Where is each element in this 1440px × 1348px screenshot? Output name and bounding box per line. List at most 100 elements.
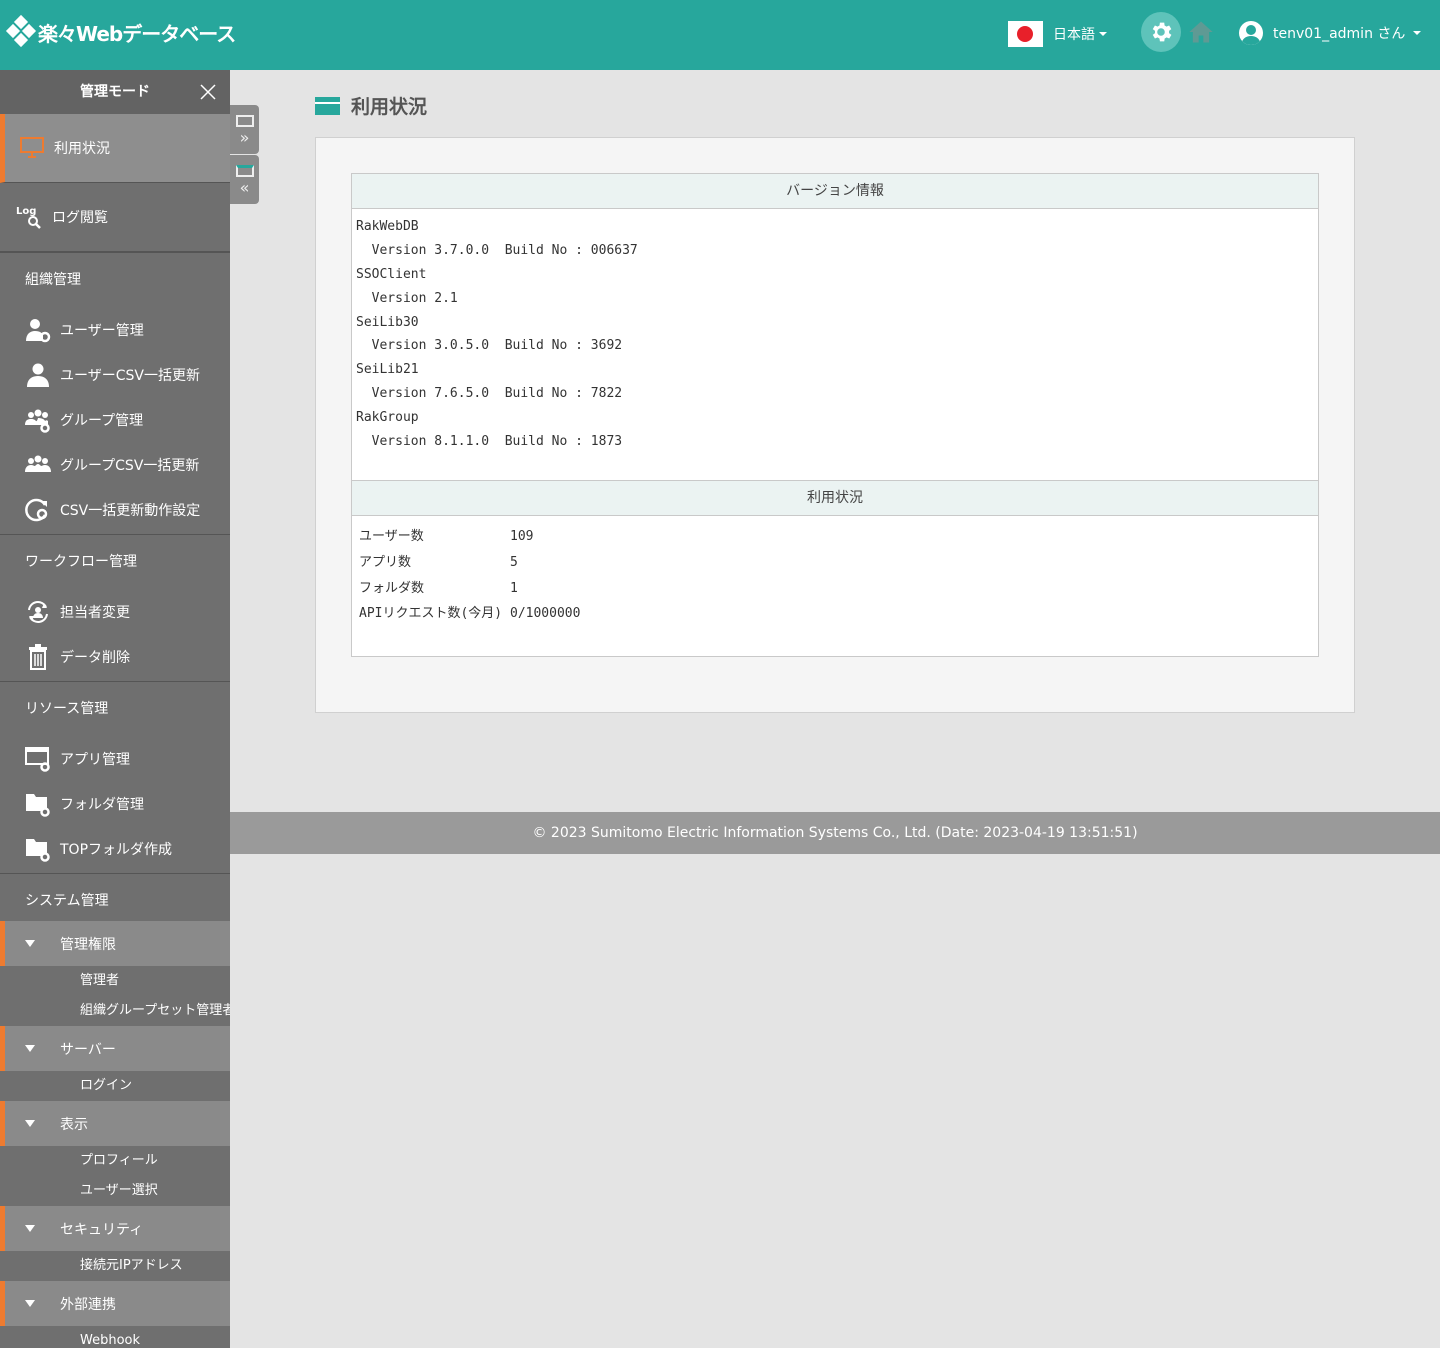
app-gear-icon: [25, 746, 51, 772]
version-line: Version 3.0.5.0 Build No : 3692: [356, 338, 623, 354]
version-line: SeiLib21: [356, 362, 419, 378]
version-line: SSOClient: [356, 266, 427, 282]
settings-button[interactable]: [1141, 12, 1181, 52]
group-label: 管理権限: [60, 936, 116, 953]
app-logo[interactable]: 楽々Webデータベース: [5, 14, 236, 50]
panel-icon: [235, 164, 254, 177]
version-line: RakWebDB: [356, 219, 419, 234]
language-selector[interactable]: 日本語: [1008, 21, 1107, 47]
page-title-text: 利用状況: [351, 96, 428, 118]
sidebar-item-delete-data[interactable]: データ削除: [0, 634, 230, 679]
usage-key: APIリクエスト数(今月): [359, 606, 503, 622]
sidebar-sub-profile[interactable]: プロフィール: [0, 1146, 230, 1176]
sidebar-item-label: TOPフォルダ作成: [60, 841, 173, 858]
group-security[interactable]: セキュリティ: [0, 1206, 230, 1251]
sidebar-item-label: グループCSV一括更新: [60, 457, 200, 474]
sidebar-item-group-csv[interactable]: グループCSV一括更新: [0, 442, 230, 487]
sidebar-item-log[interactable]: Log ログ閲覧: [0, 183, 230, 252]
usage-row: ユーザー数 109: [359, 524, 1318, 550]
group-label: 外部連携: [60, 1296, 116, 1313]
sidebar-item-folder-management[interactable]: フォルダ管理: [0, 781, 230, 826]
language-label: 日本語: [1053, 27, 1095, 43]
section-resource: リソース管理: [0, 681, 230, 736]
group-server[interactable]: サーバー: [0, 1026, 230, 1071]
sidebar-item-label: ログ閲覧: [52, 210, 108, 226]
caret-down-icon: [1099, 32, 1107, 36]
close-icon[interactable]: [200, 84, 216, 100]
home-icon: [1189, 21, 1213, 43]
usage-row: APIリクエスト数(今月) 0/1000000: [359, 601, 1318, 627]
logo-mark-icon: [5, 14, 37, 48]
sidebar-sub-org-group-admins[interactable]: 組織グループセット管理者: [0, 996, 230, 1026]
sidebar-item-usage[interactable]: 利用状況: [0, 114, 230, 183]
collapse-panel-toggle[interactable]: «: [230, 155, 259, 204]
folder-gear-icon: [25, 791, 51, 817]
sidebar-item-user-csv[interactable]: ユーザーCSV一括更新: [0, 352, 230, 397]
triangle-down-icon: [25, 1225, 35, 1232]
sidebar-item-label: アプリ管理: [60, 751, 130, 768]
chevron-double-left-icon: «: [239, 177, 250, 197]
sidebar-sub-webhook[interactable]: Webhook: [0, 1326, 230, 1348]
sidebar-sub-ip-address[interactable]: 接続元IPアドレス: [0, 1251, 230, 1281]
sidebar-item-top-folder[interactable]: TOPフォルダ作成: [0, 826, 230, 871]
group-external[interactable]: 外部連携: [0, 1281, 230, 1326]
group-admin-rights[interactable]: 管理権限: [0, 921, 230, 966]
version-info: RakWebDB Version 3.7.0.0 Build No : 0066…: [352, 209, 1318, 481]
version-header: バージョン情報: [352, 174, 1318, 209]
triangle-down-icon: [25, 1300, 35, 1307]
sidebar-item-label: 利用状況: [54, 141, 110, 157]
sidebar-sub-login[interactable]: ログイン: [0, 1071, 230, 1101]
sidebar-sub-admins[interactable]: 管理者: [0, 966, 230, 996]
section-system: システム管理: [0, 873, 230, 921]
japan-flag-icon: [1008, 21, 1043, 47]
group-gear-icon: [25, 407, 51, 433]
group-display[interactable]: 表示: [0, 1101, 230, 1146]
sidebar-title: 管理モード: [80, 84, 150, 100]
sidebar-sub-user-select[interactable]: ユーザー選択: [0, 1176, 230, 1206]
panel-icon: [235, 114, 254, 127]
usage-key: フォルダ数: [359, 580, 425, 596]
sidebar-header: 管理モード: [0, 70, 230, 114]
sidebar-item-user-management[interactable]: ユーザー管理: [0, 307, 230, 352]
sidebar-item-label: グループ管理: [60, 412, 144, 429]
usage-key: ユーザー数: [359, 529, 424, 544]
log-search-icon: Log: [16, 203, 44, 231]
content-panel: バージョン情報 RakWebDB Version 3.7.0.0 Build N…: [315, 137, 1355, 713]
monitor-icon: [18, 134, 46, 162]
triangle-down-icon: [25, 1045, 35, 1052]
window-icon: [315, 96, 340, 115]
usage-table: ユーザー数 109 アプリ数 5 フォルダ数 1 APIリクエスト数(今月) 0/100…: [352, 516, 1318, 627]
home-button[interactable]: [1187, 18, 1215, 46]
version-line: Version 8.1.1.0 Build No : 1873: [356, 434, 623, 450]
version-line: Version 2.1: [356, 290, 458, 306]
app-header: 楽々Webデータベース 日本語 tenv01_admin さん: [0, 0, 1440, 70]
usage-header: 利用状況: [352, 481, 1318, 516]
info-box: バージョン情報 RakWebDB Version 3.7.0.0 Build N…: [351, 173, 1319, 657]
version-line: RakGroup: [356, 410, 419, 426]
assignee-change-icon: [25, 599, 51, 625]
usage-key: アプリ数: [359, 554, 412, 570]
sidebar-item-csv-settings[interactable]: CSV一括更新動作設定: [0, 487, 230, 532]
usage-row: アプリ数 5: [359, 550, 1318, 576]
expand-panel-toggle[interactable]: »: [230, 105, 259, 154]
triangle-down-icon: [25, 1120, 35, 1127]
sidebar-item-group-management[interactable]: グループ管理: [0, 397, 230, 442]
page-title: 利用状況: [315, 92, 427, 119]
version-line: SeiLib30: [356, 314, 419, 330]
group-label: 表示: [60, 1116, 88, 1133]
folder-gear-icon: [25, 836, 51, 862]
sidebar-item-app-management[interactable]: アプリ管理: [0, 736, 230, 781]
usage-row: フォルダ数 1: [359, 576, 1318, 602]
footer-copyright: © 2023 Sumitomo Electric Information Sys…: [230, 812, 1440, 854]
user-name: tenv01_admin さん: [1273, 26, 1406, 42]
svg-text:Log: Log: [16, 206, 36, 217]
sidebar-item-change-assignee[interactable]: 担当者変更: [0, 589, 230, 634]
user-avatar-icon: [1239, 21, 1263, 45]
version-line: Version 7.6.5.0 Build No : 7822: [356, 386, 623, 402]
section-org: 組織管理: [0, 252, 230, 307]
section-workflow: ワークフロー管理: [0, 534, 230, 589]
triangle-down-icon: [25, 940, 35, 947]
group-label: サーバー: [60, 1041, 116, 1058]
version-line: Version 3.7.0.0 Build No : 006637: [356, 242, 638, 258]
user-menu[interactable]: tenv01_admin さん: [1239, 21, 1422, 45]
